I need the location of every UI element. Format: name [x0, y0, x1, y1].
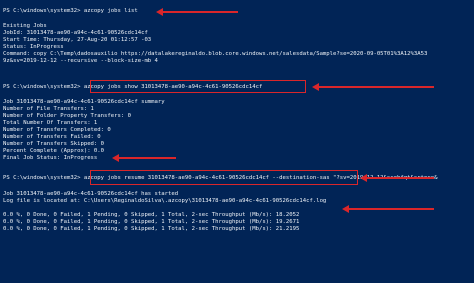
- command-line-2: 9z&sv=2019-12-12 --recursive --block-siz…: [3, 58, 158, 64]
- final-job-status-line: Final Job Status: InProgress: [3, 155, 98, 161]
- progress-line-3: 0.0 %, 0 Done, 0 Failed, 1 Pending, 0 Sk…: [3, 226, 300, 232]
- highlight-box-jobs-show: [90, 80, 306, 93]
- clipped-top-line: s, 1 Skipped, 1 Total, 2-sec Throughput …: [3, 0, 474, 3]
- arrow-jobs-resume: [360, 174, 434, 182]
- arrow-jobs-show: [312, 83, 434, 91]
- arrow-throughput: [342, 205, 434, 213]
- powershell-terminal[interactable]: s, 1 Skipped, 1 Total, 2-sec Throughput …: [0, 0, 474, 283]
- arrow-jobs-list: [156, 8, 238, 16]
- arrow-final-status: [112, 154, 176, 162]
- prompt-jobs-list: PS C:\windows\system32> azcopy jobs list: [3, 8, 138, 14]
- log-file-line: Log file is located at: C:\Users\Reginal…: [3, 198, 327, 204]
- highlight-box-jobs-resume: [90, 170, 358, 185]
